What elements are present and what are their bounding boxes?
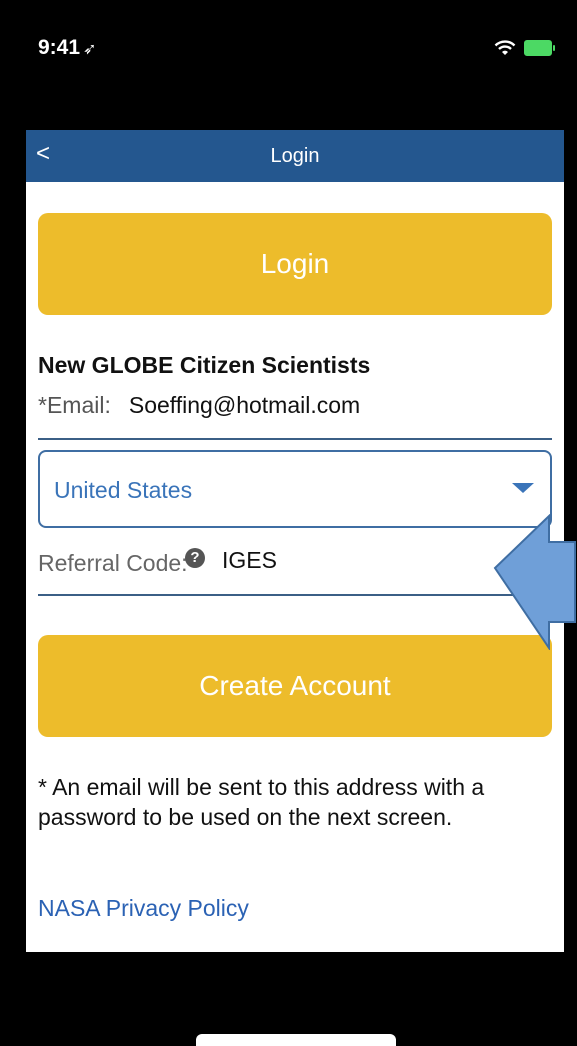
status-bar: 9:41 ➶ [26, 0, 564, 130]
status-icons [494, 38, 555, 58]
email-field[interactable]: *Email: Soeffing@hotmail.com [38, 392, 552, 440]
annotation-arrow-icon [493, 514, 576, 650]
country-value: United States [54, 477, 193, 503]
home-indicator[interactable] [196, 1034, 396, 1046]
email-note: * An email will be sent to this address … [38, 774, 485, 830]
referral-code-field[interactable]: Referral Code: ? IGES [38, 532, 552, 596]
country-select[interactable]: United States [38, 450, 552, 528]
privacy-policy-link[interactable]: NASA Privacy Policy [38, 895, 249, 922]
navigation-bar: < Login [26, 130, 564, 182]
referral-code-value[interactable]: IGES [222, 547, 277, 574]
wifi-icon [494, 40, 516, 55]
nav-title: Login [270, 145, 320, 167]
login-button[interactable]: Login [38, 213, 552, 315]
bottom-bar [26, 952, 564, 1046]
help-icon[interactable]: ? [185, 548, 205, 568]
location-arrow-icon: ➶ [83, 41, 97, 58]
login-content: Login New GLOBE Citizen Scientists *Emai… [26, 182, 564, 952]
referral-code-label: Referral Code: [38, 550, 188, 576]
status-time: 9:41 ➶ [38, 36, 96, 60]
email-value[interactable]: Soeffing@hotmail.com [129, 392, 360, 418]
battery-icon [524, 40, 555, 56]
email-label: *Email: [38, 392, 111, 418]
phone-screen: 9:41 ➶ < Login Login New GLOBE Citizen Sc… [26, 0, 564, 1046]
status-time-text: 9:41 [38, 36, 81, 59]
create-account-button[interactable]: Create Account [38, 635, 552, 737]
chevron-down-icon [512, 483, 534, 493]
new-user-heading: New GLOBE Citizen Scientists [38, 352, 371, 378]
